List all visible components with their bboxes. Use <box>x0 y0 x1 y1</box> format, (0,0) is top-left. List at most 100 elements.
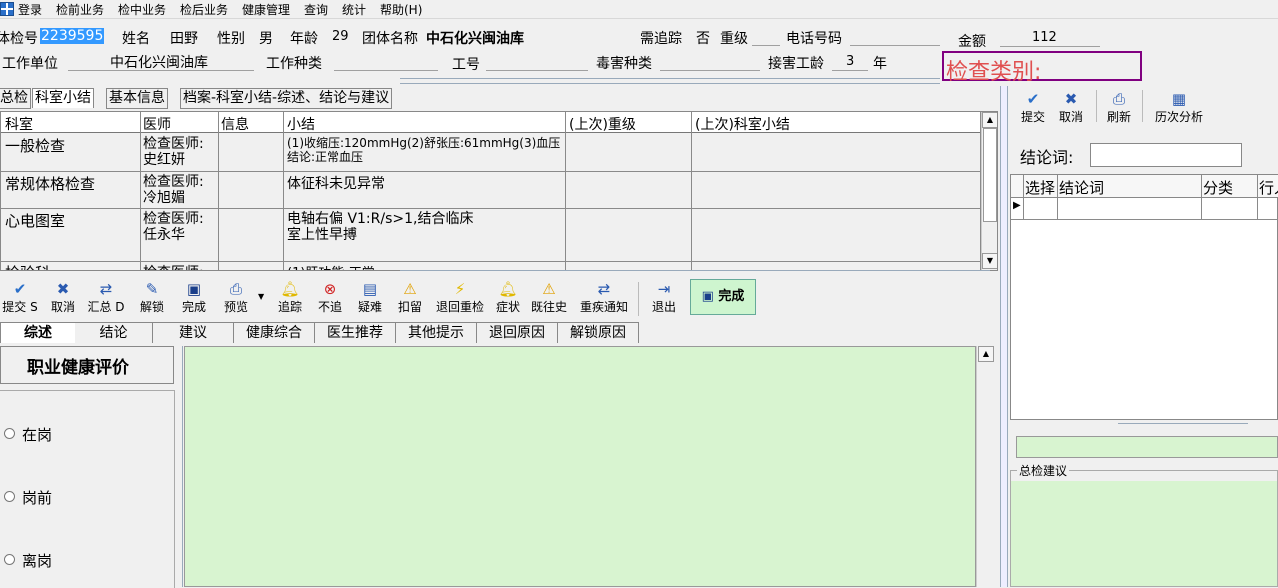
preview-button[interactable]: ⎙ 预览 <box>218 280 254 318</box>
conclusion-grid: 选择 结论词 分类 行人 ▶ <box>1010 174 1278 420</box>
col-conclusion[interactable]: 结论词 <box>1059 177 1104 198</box>
right-submit-button[interactable]: ✔ 提交 <box>1020 90 1046 125</box>
splitter-mid[interactable] <box>400 270 990 274</box>
phone-field[interactable] <box>850 45 940 46</box>
exit-button[interactable]: ⇥ 退出 <box>646 280 682 318</box>
conclusion-label: 结论词: <box>1020 148 1074 167</box>
advice-summary-input[interactable] <box>1016 436 1278 458</box>
amount-value: 112 <box>1032 30 1057 45</box>
splitter-left[interactable] <box>176 346 183 587</box>
tab-dept-summary[interactable]: 科室小结 <box>32 88 94 108</box>
work-type-field[interactable] <box>334 70 438 71</box>
table-row[interactable]: 一般检查 检查医师:史红妍 (1)收缩压:120mmHg(2)舒张压:61mmH… <box>1 133 981 171</box>
grid-scrollbar[interactable]: ▲ ▼ <box>981 112 997 270</box>
table-row[interactable]: 心电图室 检查医师:任永华 电轴右偏 V1:R/s>1,结合临床 室上性早搏 <box>1 209 981 261</box>
group-label: 团体名称 <box>362 31 418 47</box>
menu-post-exam[interactable]: 检后业务 <box>180 1 228 18</box>
work-unit-label: 工作单位 <box>2 56 58 72</box>
tab-archive[interactable]: 档案-科室小结-综述、结论与建议 <box>180 88 393 109</box>
menu-health[interactable]: 健康管理 <box>242 1 290 18</box>
gender-value: 男 <box>259 31 273 47</box>
menu-pre-exam[interactable]: 检前业务 <box>56 1 104 18</box>
preview-dropdown-icon[interactable]: ▼ <box>258 292 264 301</box>
overview-textarea[interactable] <box>184 346 976 587</box>
submit-button[interactable]: ✔ 提交 S <box>0 280 40 318</box>
radio-pre-duty-label: 岗前 <box>22 489 53 507</box>
tab-conclusion[interactable]: 结论 <box>75 322 153 343</box>
difficult-button[interactable]: ▤ 疑难 <box>352 280 388 318</box>
col-dept[interactable]: 科室 <box>5 114 33 134</box>
tab-doctor-recommend[interactable]: 医生推荐 <box>315 322 396 343</box>
menu-login[interactable]: 登录 <box>18 1 42 18</box>
col-prev-summary[interactable]: (上次)科室小结 <box>695 114 790 134</box>
cancel-button[interactable]: ✖ 取消 <box>46 280 80 318</box>
finish-button[interactable]: ▣ 完成 <box>176 280 212 318</box>
exposure-label: 接害工龄 <box>768 56 824 72</box>
check-icon: ✔ <box>1026 90 1040 108</box>
age-label: 年龄 <box>290 31 318 47</box>
severe-notice-button[interactable]: ⇄ 重疾通知 <box>576 280 632 318</box>
splitter-right-h[interactable] <box>1118 423 1248 427</box>
complete-button[interactable]: ▣ 完成 <box>690 279 756 315</box>
refresh-button[interactable]: ⎙ 刷新 <box>1106 90 1132 125</box>
scroll-down-arrow[interactable]: ▼ <box>982 253 997 269</box>
row-pointer-icon: ▶ <box>1013 200 1021 211</box>
radio-on-duty[interactable] <box>4 428 15 439</box>
exposure-unit: 年 <box>873 56 887 72</box>
radio-off-duty[interactable] <box>4 554 15 565</box>
menu-in-exam[interactable]: 检中业务 <box>118 1 166 18</box>
history-button[interactable]: ⚠ 既往史 <box>528 280 570 318</box>
table-row[interactable]: 常规体格检查 检查医师:冷旭媚 体征科未见异常 <box>1 172 981 208</box>
advice-label: 总检建议 <box>1017 462 1070 479</box>
col-select[interactable]: 选择 <box>1025 177 1055 198</box>
right-cancel-button[interactable]: ✖ 取消 <box>1058 90 1084 125</box>
col-category[interactable]: 分类 <box>1203 177 1233 198</box>
phone-label: 电话号码 <box>786 31 842 47</box>
tab-basic-info[interactable]: 基本信息 <box>106 88 168 109</box>
col-row[interactable]: 行人 <box>1259 177 1278 198</box>
menu-help[interactable]: 帮助(H) <box>380 1 422 18</box>
scroll-up-arrow[interactable]: ▲ <box>978 346 994 362</box>
hazard-field[interactable] <box>660 70 760 71</box>
radio-pre-duty[interactable] <box>4 491 15 502</box>
tab-advice[interactable]: 建议 <box>153 322 234 343</box>
textarea-scrollbar[interactable]: ▲ <box>976 346 994 587</box>
tab-general[interactable]: 总检 <box>0 88 31 109</box>
hold-button[interactable]: ⚠ 扣留 <box>392 280 428 318</box>
row-doctor: 检查医师:冷旭媚 <box>143 174 204 206</box>
col-info[interactable]: 信息 <box>221 114 249 134</box>
menu-query[interactable]: 查询 <box>304 1 328 18</box>
advice-textarea[interactable] <box>1011 481 1277 586</box>
hazard-label: 毒害种类 <box>596 56 652 72</box>
tab-return-reason[interactable]: 退回原因 <box>477 322 558 343</box>
history-analysis-button[interactable]: ▦ 历次分析 <box>1152 90 1206 125</box>
row-summary: (1)肝功能:正常 <box>287 262 375 270</box>
splitter-top[interactable] <box>400 78 940 84</box>
row-dept: 一般检查 <box>5 137 66 155</box>
tab-health-summary[interactable]: 健康综合 <box>234 322 315 343</box>
col-doctor[interactable]: 医师 <box>143 114 171 134</box>
exam-category-label: 检查类别: <box>946 60 1042 85</box>
menu-stats[interactable]: 统计 <box>342 1 366 18</box>
menu-bar: 登录 检前业务 检中业务 检后业务 健康管理 查询 统计 帮助(H) <box>0 0 1278 19</box>
summary-button[interactable]: ⇄ 汇总 D <box>84 280 128 318</box>
work-no-field[interactable] <box>486 70 588 71</box>
col-prev-level[interactable]: (上次)重级 <box>569 114 636 134</box>
exam-category-box: 检查类别: <box>942 51 1142 85</box>
tab-overview[interactable]: 综述 <box>0 322 76 343</box>
tab-unlock-reason[interactable]: 解锁原因 <box>558 322 639 343</box>
conclusion-input[interactable] <box>1090 143 1242 167</box>
return-recheck-button[interactable]: ⚡ 退回重检 <box>432 280 488 318</box>
track-button[interactable]: 🔔︎ 追踪 <box>272 280 308 318</box>
splitter-right[interactable] <box>1000 86 1008 587</box>
row-doctor: 检查医师:史红妍 <box>143 136 204 168</box>
col-summary[interactable]: 小结 <box>287 114 315 134</box>
scroll-up-arrow[interactable]: ▲ <box>982 112 997 128</box>
unlock-button[interactable]: ✎ 解锁 <box>134 280 170 318</box>
no-track-button[interactable]: ⊗ 不追 <box>312 280 348 318</box>
exam-no-field[interactable]: 2239595 <box>40 28 105 44</box>
work-type-label: 工作种类 <box>266 56 322 72</box>
tab-other-tips[interactable]: 其他提示 <box>396 322 477 343</box>
symptom-button[interactable]: 🔔︎ 症状 <box>490 280 526 318</box>
scroll-thumb[interactable] <box>983 128 997 222</box>
